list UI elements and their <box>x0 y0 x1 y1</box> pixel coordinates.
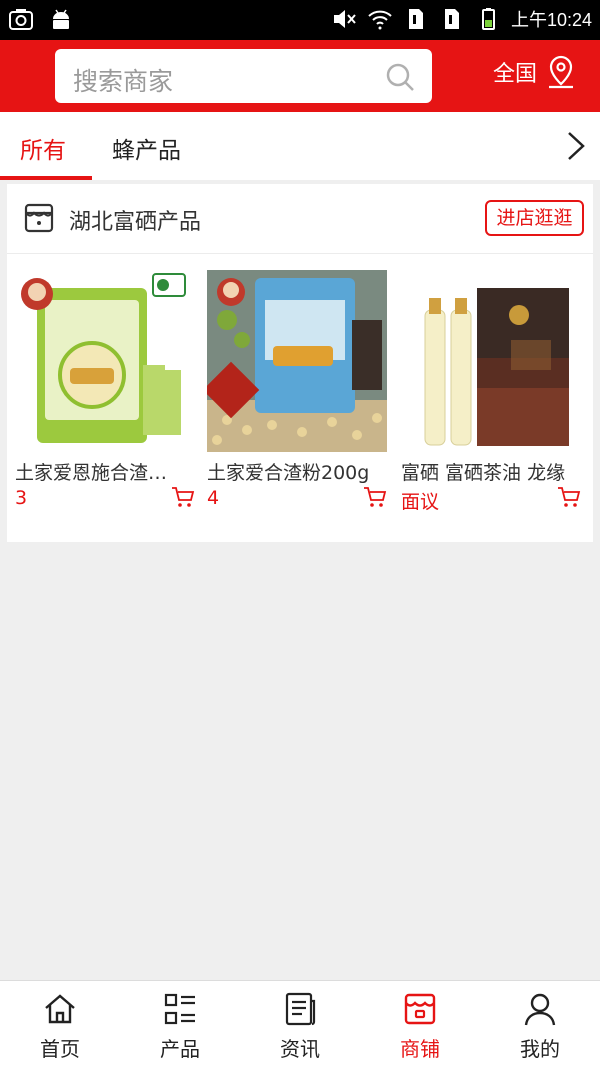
wifi-icon <box>368 10 392 30</box>
nav-label: 商铺 <box>400 1037 440 1061</box>
sim-card-2-icon <box>444 9 459 29</box>
user-icon <box>524 993 556 1026</box>
store-header: 湖北富硒产品 进店逛逛 <box>7 184 593 254</box>
product-price: 3 <box>15 487 28 509</box>
cart-icon[interactable] <box>171 486 195 508</box>
chevron-right-icon[interactable] <box>564 128 588 164</box>
news-icon <box>285 992 316 1026</box>
product-title[interactable]: 土家爱合渣粉200g <box>207 458 377 485</box>
search-input[interactable]: 搜索商家 <box>73 62 173 98</box>
nav-label: 资讯 <box>280 1037 320 1061</box>
nav-products[interactable]: 产品 <box>120 991 240 1062</box>
bottom-navigation: 首页 产品 资讯 商铺 我的 <box>0 980 600 1067</box>
nav-label: 产品 <box>160 1037 200 1061</box>
region-selector[interactable]: 全国 <box>493 54 577 90</box>
nav-profile[interactable]: 我的 <box>480 991 600 1062</box>
cart-icon[interactable] <box>557 486 581 508</box>
nav-shops[interactable]: 商铺 <box>360 991 480 1062</box>
category-tabs: 所有 蜂产品 <box>0 112 600 180</box>
product-image[interactable] <box>15 270 195 452</box>
nav-label: 首页 <box>40 1037 80 1061</box>
app-header: 搜索商家 全国 <box>0 40 600 112</box>
product-price: 面议 <box>401 491 440 513</box>
battery-icon <box>481 8 495 30</box>
product-image[interactable] <box>207 270 387 452</box>
search-bar[interactable]: 搜索商家 <box>55 49 432 103</box>
tab-bee-products[interactable]: 蜂产品 <box>112 131 181 165</box>
shop-icon <box>404 993 436 1025</box>
visit-store-button[interactable]: 进店逛逛 <box>485 200 584 236</box>
nav-label: 我的 <box>520 1037 560 1061</box>
android-icon <box>53 9 69 29</box>
product-title[interactable]: 富硒 富硒茶油 龙缘 <box>401 458 571 485</box>
store-card: 湖北富硒产品 进店逛逛 土家爱恩施合渣粉200g 3 <box>7 184 593 542</box>
tab-all[interactable]: 所有 <box>20 131 66 165</box>
store-icon <box>24 203 54 233</box>
product-image[interactable] <box>401 270 581 452</box>
store-name: 湖北富硒产品 <box>69 210 202 235</box>
nav-news[interactable]: 资讯 <box>240 991 360 1062</box>
search-icon[interactable] <box>384 61 416 93</box>
product-title[interactable]: 土家爱恩施合渣粉200g <box>15 458 185 485</box>
product-item[interactable]: 土家爱合渣粉200g 4 <box>207 270 387 509</box>
product-price: 4 <box>207 487 220 509</box>
home-icon <box>45 994 75 1024</box>
grid-list-icon <box>164 993 195 1025</box>
sim-card-icon <box>408 9 423 29</box>
screenshot-icon <box>9 9 33 30</box>
cart-icon[interactable] <box>363 486 387 508</box>
region-label: 全国 <box>493 62 538 87</box>
location-icon <box>549 55 574 89</box>
product-item[interactable]: 土家爱恩施合渣粉200g 3 <box>15 270 195 509</box>
product-item[interactable]: 富硒 富硒茶油 龙缘 面议 <box>401 270 581 514</box>
mute-icon <box>333 10 356 28</box>
status-time: 上午10:24 <box>510 10 592 30</box>
active-tab-indicator <box>0 176 92 180</box>
status-bar: 上午10:24 <box>0 0 600 40</box>
nav-home[interactable]: 首页 <box>0 991 120 1062</box>
